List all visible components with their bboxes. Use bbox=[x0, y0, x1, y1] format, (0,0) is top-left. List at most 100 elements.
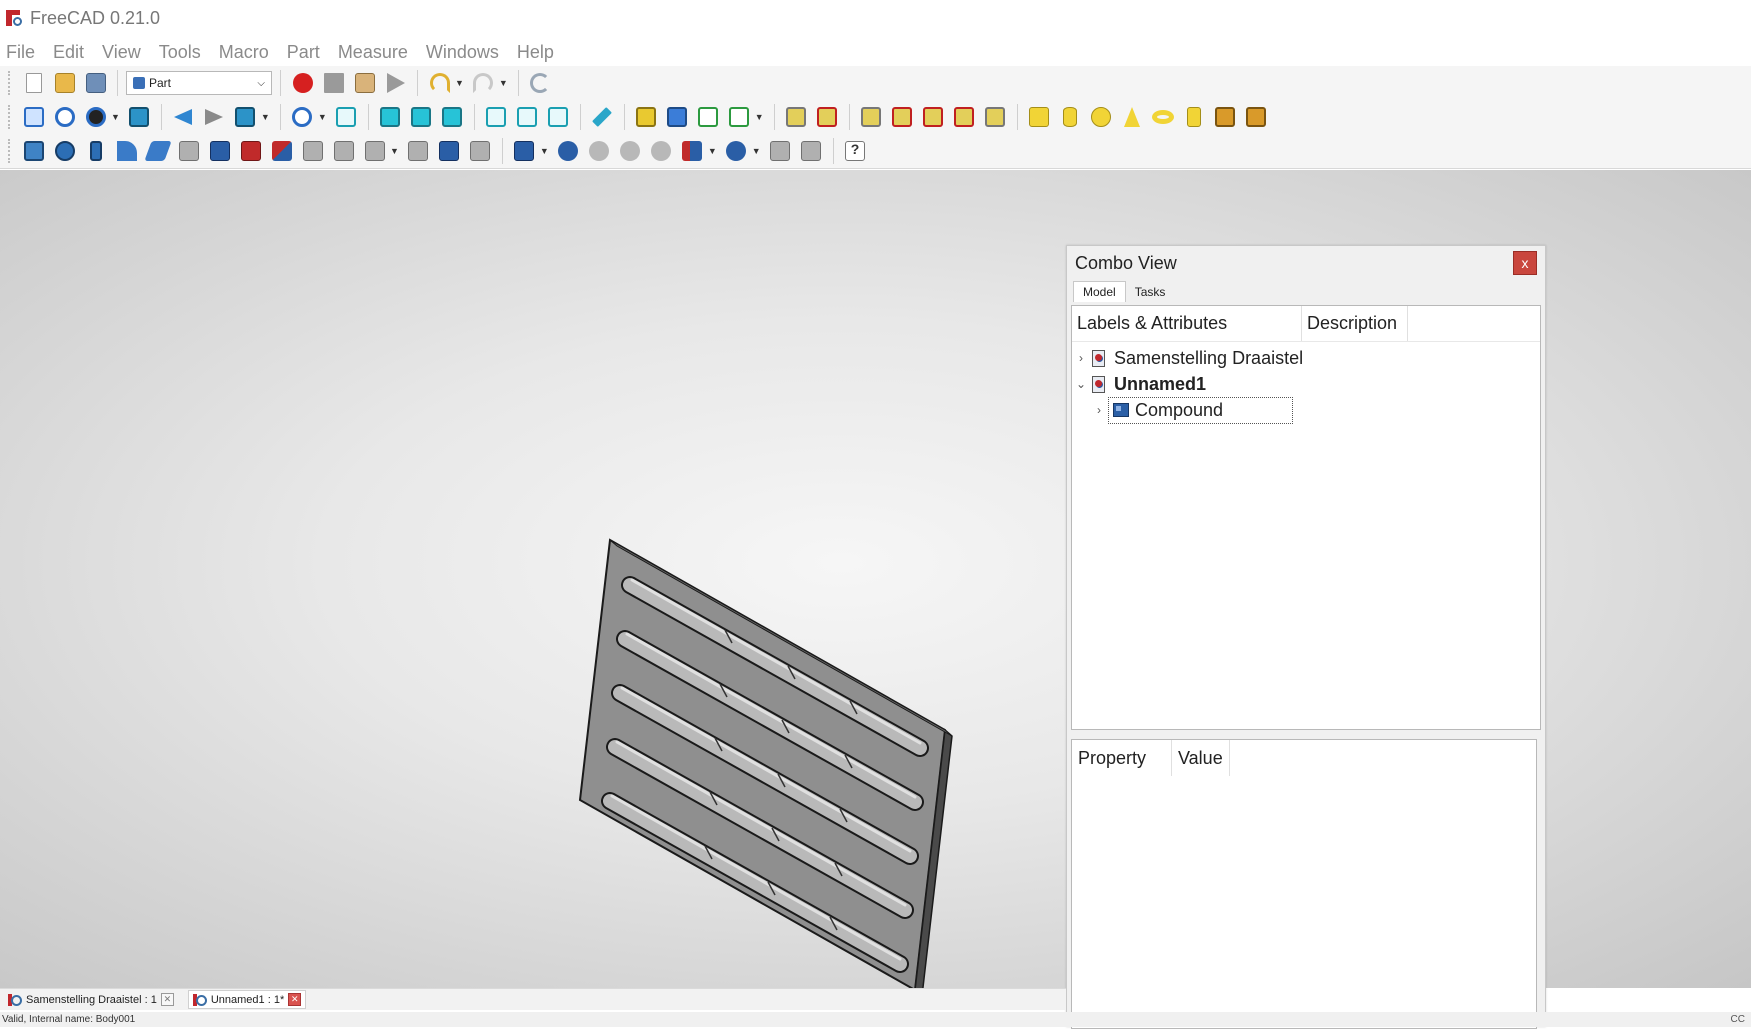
chevron-right-icon[interactable]: › bbox=[1072, 351, 1090, 365]
combo-view-titlebar[interactable]: Combo View x bbox=[1067, 246, 1545, 280]
measure-clear-button[interactable] bbox=[889, 104, 916, 131]
boolean-button[interactable] bbox=[555, 138, 582, 165]
view-right-button[interactable] bbox=[439, 104, 466, 131]
compound-dropdown-icon[interactable]: ▼ bbox=[540, 146, 549, 156]
undo-dropdown-icon[interactable]: ▼ bbox=[455, 78, 464, 88]
create-primitives-button[interactable] bbox=[1212, 104, 1239, 131]
create-group-button[interactable] bbox=[664, 104, 691, 131]
extrude-button[interactable] bbox=[20, 138, 47, 165]
chevron-down-icon[interactable]: ⌄ bbox=[1072, 377, 1090, 391]
view-isometric-button[interactable] bbox=[333, 104, 360, 131]
sync-view-dropdown-icon[interactable]: ▼ bbox=[261, 112, 270, 122]
model-tree[interactable]: Labels & Attributes Description › Samens… bbox=[1071, 305, 1541, 730]
defeaturing-button[interactable] bbox=[798, 138, 825, 165]
revolve-button[interactable] bbox=[51, 138, 78, 165]
record-macro-button[interactable] bbox=[289, 70, 316, 97]
ruled-surface-button[interactable] bbox=[206, 138, 233, 165]
menu-file[interactable]: File bbox=[6, 42, 35, 63]
draw-style-button[interactable] bbox=[82, 104, 109, 131]
fit-all-button[interactable] bbox=[20, 104, 47, 131]
view-left-button[interactable] bbox=[545, 104, 572, 131]
fillet-button[interactable] bbox=[113, 138, 140, 165]
mirror-button[interactable] bbox=[82, 138, 109, 165]
cut-button[interactable] bbox=[586, 138, 613, 165]
close-icon[interactable]: ✕ bbox=[160, 993, 174, 1006]
color-per-face-button[interactable] bbox=[467, 138, 494, 165]
redo-dropdown-icon[interactable]: ▼ bbox=[499, 78, 508, 88]
thickness-button[interactable] bbox=[405, 138, 432, 165]
compound-tools-button[interactable] bbox=[511, 138, 538, 165]
create-cube-button[interactable] bbox=[1026, 104, 1053, 131]
chevron-right-icon[interactable]: › bbox=[1090, 403, 1108, 417]
plate-with-rods-model[interactable] bbox=[560, 530, 980, 1010]
join-dropdown-icon[interactable]: ▼ bbox=[708, 146, 717, 156]
edit-macro-button[interactable] bbox=[351, 70, 378, 97]
refresh-button[interactable] bbox=[527, 70, 554, 97]
redo-button[interactable] bbox=[470, 70, 497, 97]
close-icon[interactable]: ✕ bbox=[288, 993, 302, 1006]
menu-measure[interactable]: Measure bbox=[338, 42, 408, 63]
forward-button[interactable] bbox=[201, 104, 228, 131]
zoom-dropdown-icon[interactable]: ▼ bbox=[318, 112, 327, 122]
link-dropdown-icon[interactable]: ▼ bbox=[755, 112, 764, 122]
toolbar-grip[interactable] bbox=[8, 105, 12, 129]
draw-style-dropdown-icon[interactable]: ▼ bbox=[111, 112, 120, 122]
open-document-button[interactable] bbox=[51, 70, 78, 97]
back-button[interactable] bbox=[170, 104, 197, 131]
check-geometry-button[interactable] bbox=[767, 138, 794, 165]
offset-dropdown-icon[interactable]: ▼ bbox=[390, 146, 399, 156]
column-labels-attributes[interactable]: Labels & Attributes bbox=[1072, 306, 1302, 341]
save-document-button[interactable] bbox=[82, 70, 109, 97]
create-part-button[interactable] bbox=[633, 104, 660, 131]
measure-toggle-all-button[interactable] bbox=[920, 104, 947, 131]
view-front-button[interactable] bbox=[377, 104, 404, 131]
zoom-button[interactable] bbox=[289, 104, 316, 131]
workbench-selector[interactable]: Part ⌵ bbox=[126, 71, 272, 95]
tab-tasks[interactable]: Tasks bbox=[1126, 282, 1175, 302]
menu-edit[interactable]: Edit bbox=[53, 42, 84, 63]
view-top-button[interactable] bbox=[408, 104, 435, 131]
column-property[interactable]: Property bbox=[1072, 740, 1172, 776]
section-button[interactable] bbox=[299, 138, 326, 165]
create-torus-button[interactable] bbox=[1150, 104, 1177, 131]
measure-toggle-delta-button[interactable] bbox=[982, 104, 1009, 131]
measure-angular-button[interactable] bbox=[814, 104, 841, 131]
doc-tab-unnamed1[interactable]: Unnamed1 : 1* ✕ bbox=[187, 990, 307, 1009]
whats-this-button[interactable] bbox=[842, 138, 869, 165]
loft-button[interactable] bbox=[237, 138, 264, 165]
sync-view-button[interactable] bbox=[232, 104, 259, 131]
tree-item-selection[interactable]: Compound bbox=[1108, 396, 1293, 424]
join-features-button[interactable] bbox=[679, 138, 706, 165]
column-value[interactable]: Value bbox=[1172, 740, 1230, 776]
common-button[interactable] bbox=[648, 138, 675, 165]
bounding-box-button[interactable] bbox=[126, 104, 153, 131]
stop-macro-button[interactable] bbox=[320, 70, 347, 97]
run-macro-button[interactable] bbox=[382, 70, 409, 97]
menu-macro[interactable]: Macro bbox=[219, 42, 269, 63]
sweep-button[interactable] bbox=[268, 138, 295, 165]
view-rear-button[interactable] bbox=[483, 104, 510, 131]
doc-tab-samenstelling[interactable]: Samenstelling Draaistel : 1 ✕ bbox=[8, 993, 174, 1006]
link-actions-button[interactable] bbox=[726, 104, 753, 131]
undo-button[interactable] bbox=[426, 70, 453, 97]
create-cone-button[interactable] bbox=[1119, 104, 1146, 131]
new-document-button[interactable] bbox=[20, 70, 47, 97]
measure-refresh-button[interactable] bbox=[858, 104, 885, 131]
tree-item-compound[interactable]: › Compound bbox=[1090, 396, 1293, 424]
create-cylinder-button[interactable] bbox=[1057, 104, 1084, 131]
measure-toggle-3d-button[interactable] bbox=[951, 104, 978, 131]
create-sphere-button[interactable] bbox=[1088, 104, 1115, 131]
column-description[interactable]: Description bbox=[1302, 306, 1408, 341]
toolbar-grip[interactable] bbox=[8, 71, 12, 95]
combo-close-button[interactable]: x bbox=[1513, 251, 1537, 275]
shape-builder-button[interactable] bbox=[1243, 104, 1270, 131]
create-tube-button[interactable] bbox=[1181, 104, 1208, 131]
property-view[interactable]: Property Value bbox=[1071, 739, 1537, 1029]
measure-linear-button[interactable] bbox=[783, 104, 810, 131]
menu-part[interactable]: Part bbox=[287, 42, 320, 63]
make-link-button[interactable] bbox=[695, 104, 722, 131]
menu-tools[interactable]: Tools bbox=[159, 42, 201, 63]
split-button[interactable] bbox=[723, 138, 750, 165]
view-bottom-button[interactable] bbox=[514, 104, 541, 131]
menu-view[interactable]: View bbox=[102, 42, 141, 63]
